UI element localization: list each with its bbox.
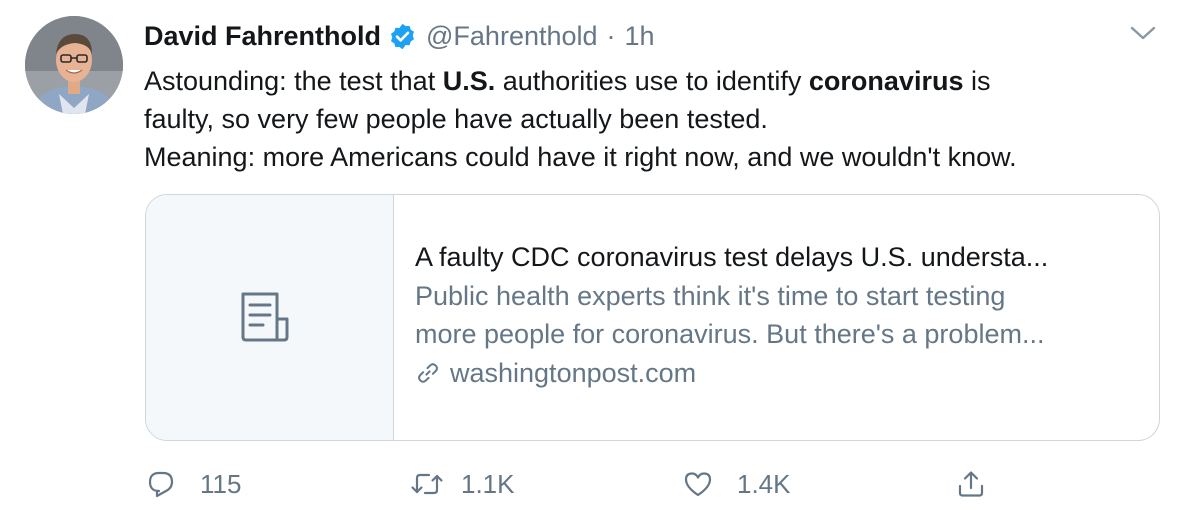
card-content: A faulty CDC coronavirus test delays U.S… — [394, 195, 1155, 440]
tweet-text-line-3: Meaning: more Americans could have it ri… — [144, 142, 1017, 172]
tweet-text-line-1: Astounding: the test that U.S. authoriti… — [144, 66, 991, 96]
tweet-actions: 115 1.1K 1.4K — [144, 462, 1044, 506]
separator-dot: · — [606, 20, 616, 51]
tweet-text: Astounding: the test that U.S. authoriti… — [144, 62, 1164, 176]
document-icon — [241, 292, 289, 342]
share-button[interactable] — [956, 462, 986, 506]
reply-icon — [148, 471, 174, 498]
card-description: Public health experts think it's time to… — [415, 281, 1045, 349]
verified-badge-icon — [391, 23, 414, 49]
timestamp[interactable]: 1h — [625, 21, 655, 52]
reply-button[interactable]: 115 — [146, 462, 241, 506]
retweet-button[interactable]: 1.1K — [410, 462, 515, 506]
card-thumbnail — [146, 195, 394, 440]
heart-icon — [684, 472, 712, 497]
tweet-text-line-2: faulty, so very few people have actually… — [144, 104, 768, 134]
like-button[interactable]: 1.4K — [683, 462, 791, 506]
user-photo-avatar-icon — [25, 16, 123, 114]
like-count: 1.4K — [737, 468, 791, 499]
link-preview-card[interactable]: A faulty CDC coronavirus test delays U.S… — [145, 194, 1160, 441]
avatar[interactable] — [25, 16, 123, 114]
retweet-count: 1.1K — [461, 468, 515, 499]
link-icon — [418, 363, 438, 383]
tweet-header: David Fahrenthold @Fahrenthold · 1h — [144, 18, 655, 54]
handle[interactable]: @Fahrenthold — [426, 21, 598, 52]
share-icon — [958, 471, 984, 497]
display-name[interactable]: David Fahrenthold — [144, 21, 381, 52]
tweet: David Fahrenthold @Fahrenthold · 1h Asto… — [0, 0, 1192, 518]
card-domain-text: washingtonpost.com — [450, 358, 697, 388]
card-title: A faulty CDC coronavirus test delays U.S… — [415, 242, 1049, 272]
card-domain: washingtonpost.com — [415, 353, 1155, 393]
chevron-down-icon[interactable] — [1128, 22, 1158, 44]
reply-count: 115 — [200, 468, 242, 499]
retweet-icon — [411, 473, 443, 495]
